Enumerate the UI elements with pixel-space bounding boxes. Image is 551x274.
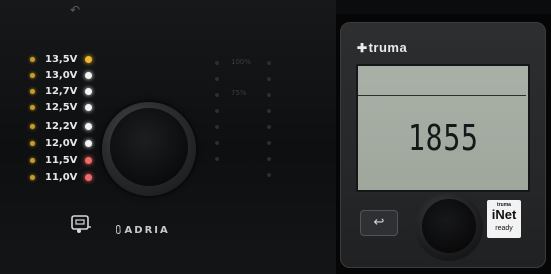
- indicator-dot: [30, 57, 35, 62]
- level-dot: [215, 93, 219, 97]
- indicator-dot: [30, 105, 35, 110]
- adria-logo-text: ADRIA: [124, 225, 170, 236]
- truma-logo: ✚truma: [357, 40, 407, 55]
- back-icon: ↩: [373, 214, 385, 229]
- indicator-dot: [30, 124, 35, 129]
- voltage-row: 12,0V: [30, 137, 110, 151]
- voltage-row: 12,2V: [30, 120, 110, 134]
- adria-rotary-knob[interactable]: [110, 108, 188, 186]
- level-dot: [215, 141, 219, 145]
- level-dot: [267, 61, 271, 65]
- indicator-dot: [30, 73, 35, 78]
- voltage-label: 12,7V: [45, 86, 78, 97]
- voltage-label: 11,0V: [45, 172, 78, 183]
- level-dot: [267, 109, 271, 113]
- truma-logo-text: truma: [368, 40, 408, 55]
- voltage-label: 12,5V: [45, 102, 78, 113]
- truma-rotary-knob[interactable]: [422, 199, 476, 253]
- adria-logo: ⩇ ADRIA: [116, 225, 170, 236]
- voltage-label: 11,5V: [45, 155, 78, 166]
- adria-logo-icon: ⩇: [116, 225, 123, 236]
- indicator-dot: [30, 141, 35, 146]
- voltage-led-white: [85, 72, 92, 79]
- voltage-label: 12,2V: [45, 121, 78, 132]
- indicator-dot: [30, 158, 35, 163]
- voltage-led-amber: [85, 56, 92, 63]
- truma-logo-icon: ✚: [357, 41, 368, 55]
- level-dot: [215, 109, 219, 113]
- level-dot: [267, 93, 271, 97]
- inet-name: iNet: [491, 207, 517, 222]
- back-arrow-icon: ↶: [70, 3, 81, 17]
- level-dot: [267, 77, 271, 81]
- level-dot: [267, 125, 271, 129]
- caravan-icon: [71, 215, 91, 233]
- voltage-row: 13,5V: [30, 53, 110, 67]
- voltage-led-red: [85, 157, 92, 164]
- voltage-led-red: [85, 174, 92, 181]
- voltage-led-white: [85, 123, 92, 130]
- level-dot: [215, 157, 219, 161]
- voltage-row: 13,0V: [30, 69, 110, 83]
- inet-ready-badge: truma iNet ready: [487, 200, 521, 238]
- voltage-led-white: [85, 140, 92, 147]
- voltage-row: 12,7V: [30, 85, 110, 99]
- voltage-label: 12,0V: [45, 138, 78, 149]
- level-dot: [267, 157, 271, 161]
- level-dot: [215, 61, 219, 65]
- voltage-led-white: [85, 88, 92, 95]
- voltage-led-white: [85, 104, 92, 111]
- level-mark-top: 100%: [231, 58, 252, 66]
- voltage-label: 13,0V: [45, 70, 78, 81]
- lcd-divider-line: [358, 95, 526, 96]
- voltage-row: 11,5V: [30, 154, 110, 168]
- voltage-row: 11,0V: [30, 171, 110, 185]
- level-dot: [215, 77, 219, 81]
- indicator-dot: [30, 175, 35, 180]
- level-dot: [215, 125, 219, 129]
- indicator-dot: [30, 89, 35, 94]
- back-button[interactable]: ↩: [360, 210, 398, 236]
- voltage-row: 12,5V: [30, 101, 110, 115]
- voltage-label: 13,5V: [45, 54, 78, 65]
- level-mark-mid: 75%: [231, 89, 247, 97]
- inet-tag: ready: [495, 225, 513, 232]
- lcd-value: 1855: [408, 118, 479, 159]
- level-dot: [267, 141, 271, 145]
- level-dot: [267, 173, 271, 177]
